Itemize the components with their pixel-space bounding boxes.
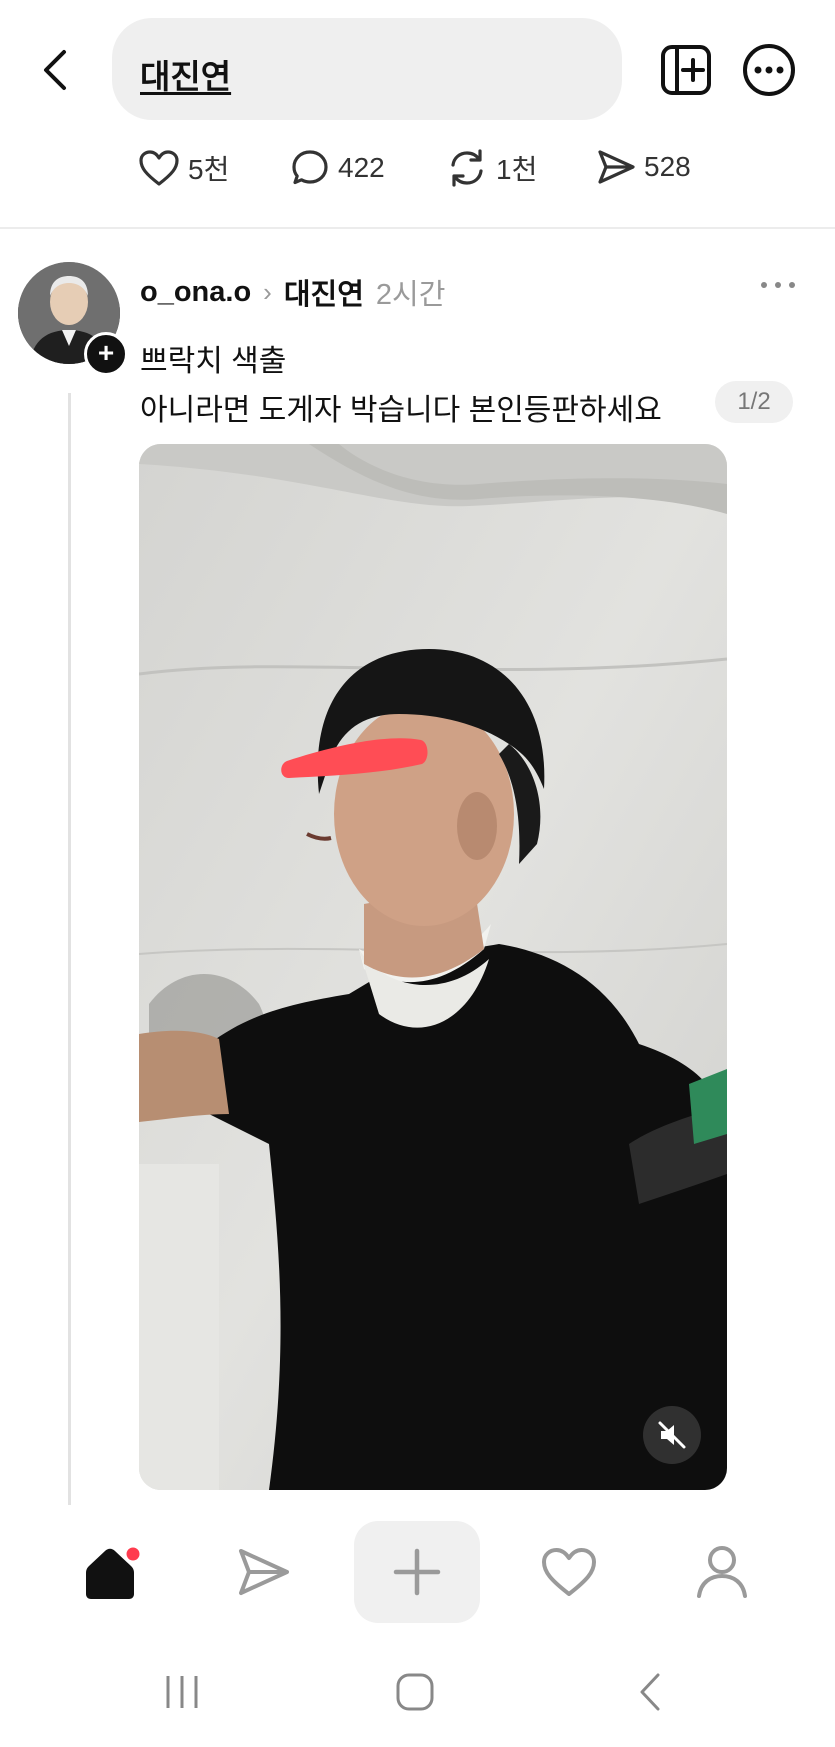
mute-icon bbox=[658, 1421, 686, 1449]
heart-icon bbox=[542, 1548, 596, 1596]
comment-stat[interactable]: 422 bbox=[290, 148, 385, 188]
system-back-button[interactable] bbox=[600, 1662, 700, 1722]
search-query: 대진연 bbox=[140, 58, 232, 95]
like-count: 5천 bbox=[188, 154, 230, 185]
post-community[interactable]: 대진연 bbox=[284, 271, 364, 313]
share-count: 528 bbox=[644, 151, 691, 182]
back-icon bbox=[640, 1673, 660, 1711]
like-stat[interactable]: 5천 bbox=[138, 148, 229, 188]
post-username[interactable]: o_ona.o bbox=[140, 276, 251, 309]
system-home-button[interactable] bbox=[365, 1662, 465, 1722]
plus-icon bbox=[393, 1548, 441, 1596]
nav-profile[interactable] bbox=[667, 1522, 777, 1622]
send-icon bbox=[239, 1549, 289, 1595]
post-text-line-2: 아니라면 도게자 박습니다 본인등판하세요 bbox=[140, 394, 662, 427]
stats-row: 5천 422 1천 528 bbox=[0, 148, 835, 198]
nav-send[interactable] bbox=[209, 1522, 319, 1622]
post-meta: o_ona.o › 대진연 2시간 bbox=[140, 272, 445, 312]
repost-count: 1천 bbox=[496, 154, 538, 185]
nav-activity[interactable] bbox=[514, 1522, 624, 1622]
search-bar[interactable]: 대진연 bbox=[112, 18, 622, 120]
divider bbox=[0, 227, 835, 229]
system-recents-button[interactable] bbox=[132, 1662, 232, 1722]
follow-plus-button[interactable]: + bbox=[84, 332, 128, 376]
profile-icon bbox=[697, 1546, 747, 1598]
heart-icon bbox=[139, 150, 179, 186]
plus-square-icon bbox=[661, 45, 711, 95]
repost-stat[interactable]: 1천 bbox=[446, 148, 537, 188]
thread-line bbox=[68, 393, 71, 1505]
home-icon bbox=[86, 1544, 143, 1599]
send-icon bbox=[598, 150, 635, 184]
post-time: 2시간 bbox=[375, 279, 446, 311]
nav-home[interactable] bbox=[57, 1522, 167, 1622]
chevron-left-icon bbox=[44, 50, 66, 90]
post-more-button[interactable] bbox=[758, 270, 798, 300]
more-options-button[interactable] bbox=[741, 42, 797, 98]
more-horizontal-icon bbox=[761, 282, 795, 288]
chevron-right-icon: › bbox=[263, 276, 272, 307]
share-stat[interactable]: 528 bbox=[596, 148, 691, 186]
mute-button[interactable] bbox=[643, 1406, 701, 1464]
recents-icon bbox=[166, 1676, 198, 1708]
new-tab-button[interactable] bbox=[658, 42, 714, 98]
nav-create-button[interactable] bbox=[354, 1521, 480, 1623]
video-frame bbox=[139, 444, 727, 1490]
post-media-video[interactable] bbox=[139, 444, 727, 1490]
post-text-line-1: 쁘락치 색출 bbox=[140, 345, 287, 378]
back-button[interactable] bbox=[30, 40, 80, 100]
comment-icon bbox=[292, 150, 328, 185]
repost-icon bbox=[451, 149, 483, 187]
home-square-icon bbox=[396, 1673, 434, 1711]
comment-count: 422 bbox=[338, 152, 385, 183]
more-circle-icon bbox=[743, 44, 795, 96]
media-page-indicator: 1/2 bbox=[715, 381, 793, 423]
